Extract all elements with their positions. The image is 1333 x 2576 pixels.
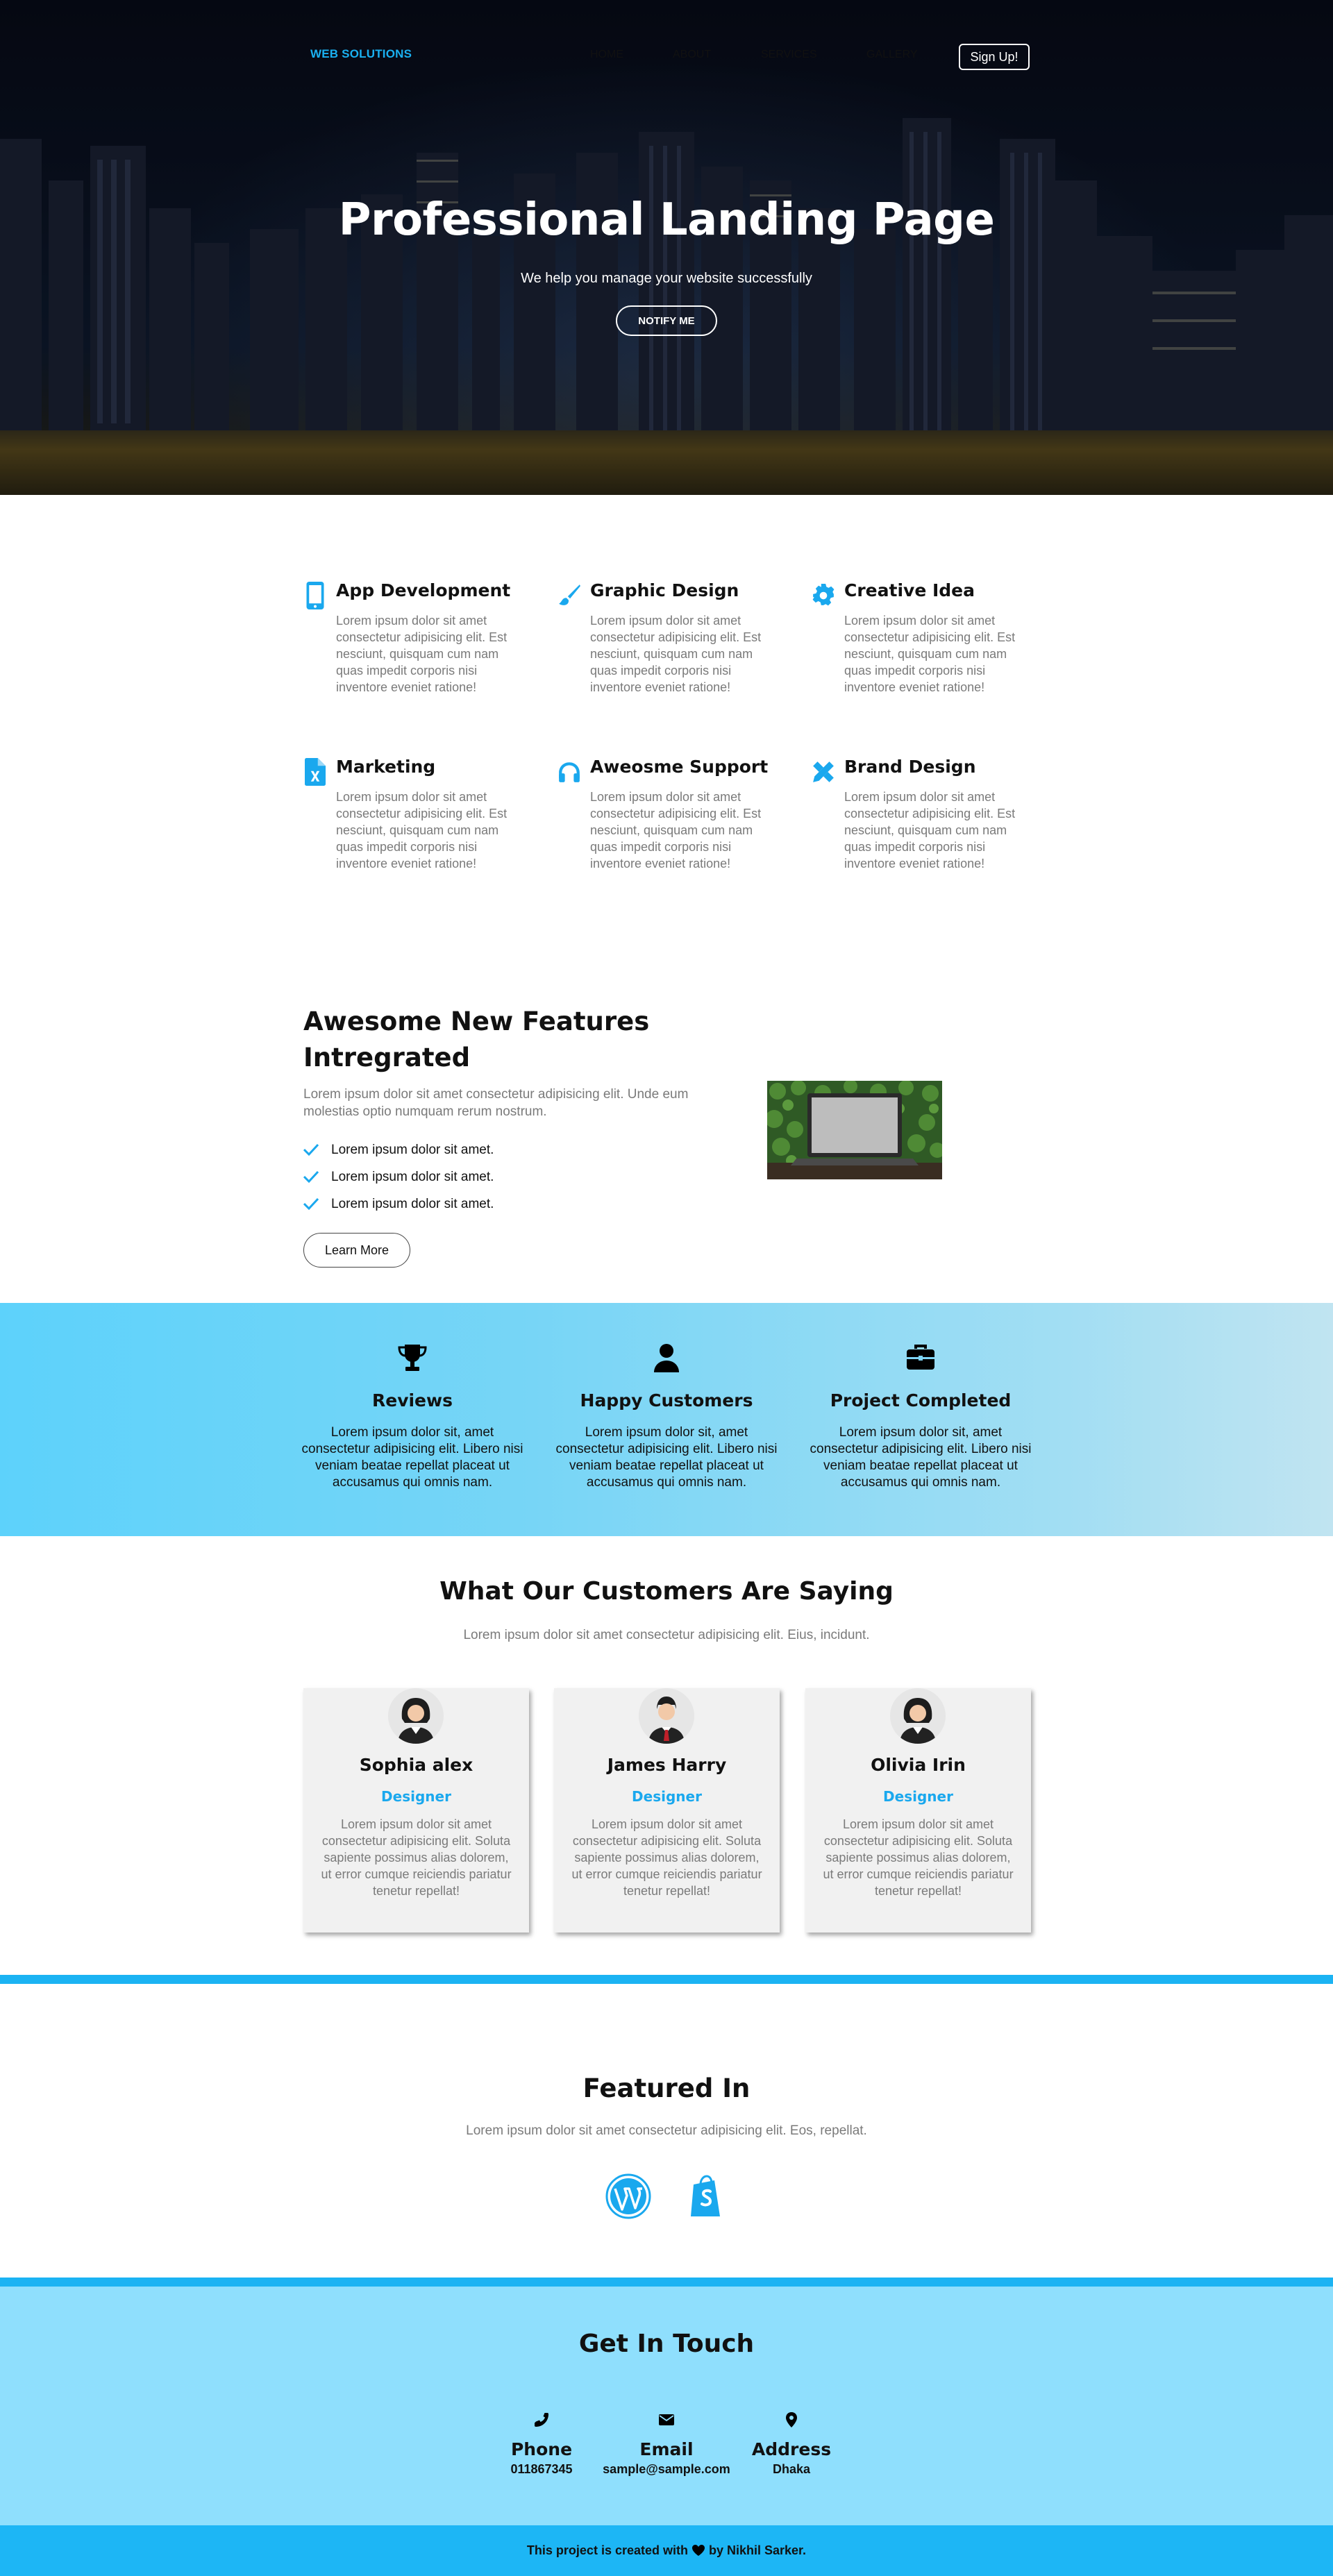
- contact-value[interactable]: 011867345: [472, 2462, 611, 2477]
- service-title: Graphic Design: [590, 580, 739, 600]
- contact-label: Address: [751, 2439, 832, 2459]
- pencil-ruler-icon: [812, 758, 837, 787]
- service-text: Lorem ipsum dolor sit amet consectetur a…: [590, 790, 762, 870]
- mobile-icon: [303, 582, 328, 611]
- map-marker-icon: [722, 2411, 861, 2431]
- heart-icon: [691, 2543, 705, 2558]
- contact-title: Get In Touch: [578, 2330, 755, 2358]
- service-text: Lorem ipsum dolor sit amet consectetur a…: [844, 614, 1016, 694]
- services-section: App Development Lorem ipsum dolor sit am…: [303, 580, 1032, 914]
- nav-about[interactable]: ABOUT: [673, 49, 711, 61]
- service-title: Aweosme Support: [590, 757, 769, 777]
- service-text: Lorem ipsum dolor sit amet consectetur a…: [336, 790, 508, 870]
- check-icon: [303, 1197, 320, 1211]
- gear-icon: [812, 582, 837, 611]
- testimonial-name: Sophia alex: [359, 1755, 473, 1775]
- footer-text-after: by Nikhil Sarker.: [708, 2543, 807, 2557]
- laptop-image: [767, 1081, 942, 1179]
- notify-me-button[interactable]: NOTIFY ME: [616, 305, 717, 336]
- check-icon: [303, 1143, 320, 1157]
- paint-brush-icon: [557, 582, 582, 611]
- file-excel-icon: [303, 758, 328, 787]
- testimonial-role: Designer: [632, 1788, 702, 1805]
- brand-logo[interactable]: WEB SOLUTIONS: [310, 47, 412, 61]
- footer: This project is created with by Nikhil S…: [0, 2525, 1333, 2576]
- service-text: Lorem ipsum dolor sit amet consectetur a…: [336, 614, 508, 694]
- contact-value: Dhaka: [772, 2462, 811, 2476]
- testimonial-card: Olivia Irin Designer Lorem ipsum dolor s…: [805, 1688, 1031, 1933]
- avatar: [639, 1688, 694, 1744]
- nav-home[interactable]: HOME: [590, 49, 623, 61]
- contact-email: Email sample@sample.com: [597, 2411, 736, 2477]
- hero-subtitle: We help you manage your website successf…: [521, 271, 812, 286]
- testimonials-title: What Our Customers Are Saying: [439, 1577, 894, 1606]
- stat-title: Happy Customers: [580, 1390, 753, 1411]
- stat-text: Lorem ipsum dolor sit, amet consectetur …: [555, 1425, 778, 1490]
- wordpress-icon[interactable]: [605, 2173, 651, 2219]
- testimonial-name: James Harry: [607, 1755, 727, 1775]
- check-item-text: Lorem ipsum dolor sit amet.: [331, 1170, 494, 1184]
- section-divider: [0, 1975, 1333, 1984]
- features-title: Awesome New Features Intregrated: [303, 1007, 650, 1072]
- trophy-icon: [298, 1343, 527, 1374]
- check-icon: [303, 1170, 320, 1184]
- service-title: Creative Idea: [844, 580, 975, 600]
- stat-text: Lorem ipsum dolor sit, amet consectetur …: [810, 1425, 1032, 1490]
- user-icon: [552, 1343, 781, 1374]
- hero-section: [0, 0, 1333, 495]
- avatar: [890, 1688, 946, 1744]
- nav-gallery[interactable]: GALLERY: [866, 49, 918, 61]
- testimonial-role: Designer: [381, 1788, 451, 1805]
- stat-title: Project Completed: [830, 1390, 1012, 1411]
- service-text: Lorem ipsum dolor sit amet consectetur a…: [590, 614, 762, 694]
- service-title: Brand Design: [844, 757, 976, 777]
- testimonial-name: Olivia Irin: [871, 1755, 966, 1775]
- testimonial-text: Lorem ipsum dolor sit amet consectetur a…: [823, 1817, 1014, 1898]
- section-divider: [0, 2278, 1333, 2287]
- stat-title: Reviews: [371, 1390, 453, 1411]
- contact-section: Get In Touch Phone 011867345 Email sampl…: [0, 2287, 1333, 2525]
- stat-text: Lorem ipsum dolor sit, amet consectetur …: [301, 1425, 523, 1490]
- briefcase-icon: [806, 1343, 1035, 1374]
- contact-value[interactable]: sample@sample.com: [597, 2462, 736, 2477]
- stats-section: Reviews Lorem ipsum dolor sit, amet cons…: [0, 1303, 1333, 1536]
- service-text: Lorem ipsum dolor sit amet consectetur a…: [844, 790, 1016, 870]
- check-item-text: Lorem ipsum dolor sit amet.: [331, 1197, 494, 1211]
- testimonial-text: Lorem ipsum dolor sit amet consectetur a…: [571, 1817, 762, 1898]
- phone-icon: [472, 2411, 611, 2431]
- features-description: Lorem ipsum dolor sit amet consectetur a…: [303, 1087, 689, 1119]
- learn-more-button[interactable]: Learn More: [303, 1233, 410, 1268]
- shopify-icon[interactable]: [684, 2173, 730, 2219]
- list-item: Lorem ipsum dolor sit amet.: [303, 1143, 494, 1158]
- testimonial-card: Sophia alex Designer Lorem ipsum dolor s…: [303, 1688, 529, 1933]
- check-item-text: Lorem ipsum dolor sit amet.: [331, 1143, 494, 1157]
- service-title: Marketing: [336, 757, 436, 777]
- avatar: [388, 1688, 444, 1744]
- envelope-icon: [597, 2411, 736, 2431]
- testimonials-subtitle: Lorem ipsum dolor sit amet consectetur a…: [463, 1628, 870, 1642]
- testimonial-role: Designer: [883, 1788, 953, 1805]
- featured-subtitle: Lorem ipsum dolor sit amet consectetur a…: [466, 2123, 867, 2138]
- contact-label: Email: [639, 2439, 694, 2459]
- nav-services[interactable]: SERVICES: [761, 49, 817, 61]
- list-item: Lorem ipsum dolor sit amet.: [303, 1170, 494, 1185]
- contact-phone: Phone 011867345: [472, 2411, 611, 2477]
- hero-title: Professional Landing Page: [338, 194, 995, 246]
- contact-address: Address Dhaka: [722, 2411, 861, 2477]
- signup-button[interactable]: Sign Up!: [959, 44, 1030, 70]
- service-title: App Development: [336, 580, 511, 600]
- list-item: Lorem ipsum dolor sit amet.: [303, 1197, 494, 1212]
- testimonial-card: James Harry Designer Lorem ipsum dolor s…: [554, 1688, 780, 1933]
- featured-title: Featured In: [582, 2073, 751, 2103]
- contact-label: Phone: [510, 2439, 573, 2459]
- headphones-icon: [557, 758, 582, 787]
- footer-text-before: This project is created with: [526, 2543, 688, 2557]
- testimonial-text: Lorem ipsum dolor sit amet consectetur a…: [321, 1817, 512, 1898]
